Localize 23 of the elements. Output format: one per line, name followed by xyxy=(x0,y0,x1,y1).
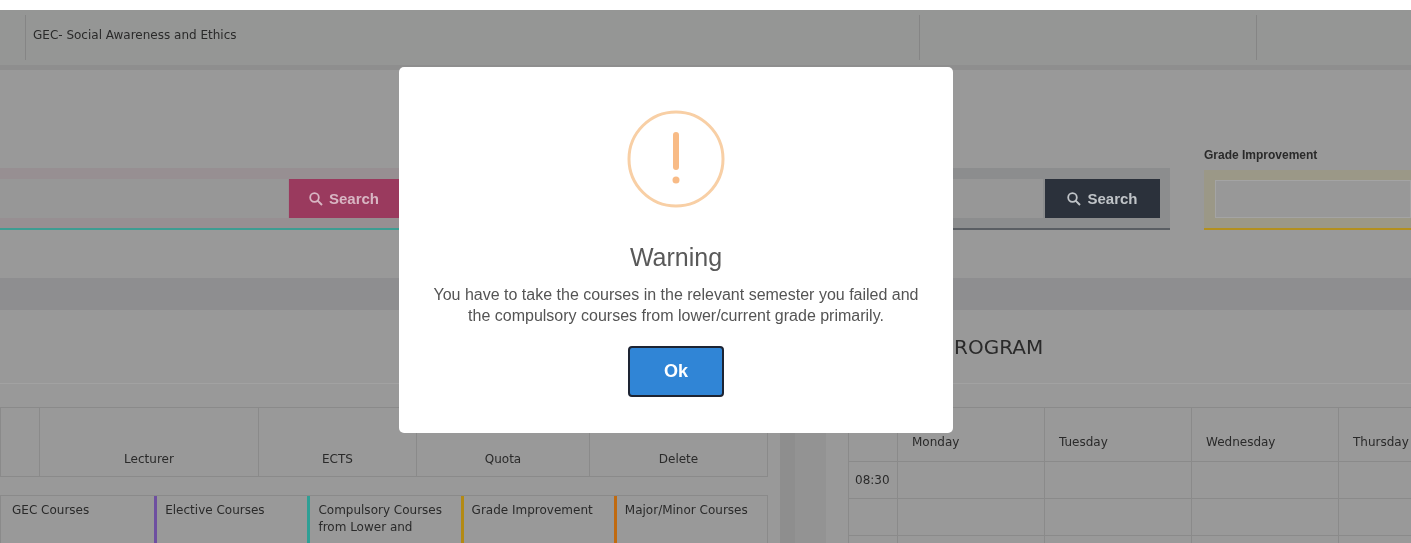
program-title: ROGRAM xyxy=(954,334,1044,359)
legend-item: Elective Courses xyxy=(154,496,308,543)
time-cell: 08:30 xyxy=(849,462,898,498)
grade-improvement-field[interactable] xyxy=(1204,170,1411,230)
dialog-message: You have to take the courses in the relevant semester you failed and the compulsory courses from lower/current grade primarily. xyxy=(432,285,920,326)
legend-item: GEC Courses xyxy=(11,502,91,519)
legend-item: Compulsory Courses from Lower and xyxy=(307,496,461,543)
course-name: GEC- Social Awareness and Ethics xyxy=(33,28,237,42)
legend-item: Major/Minor Courses xyxy=(613,496,767,543)
ok-button[interactable]: Ok xyxy=(628,346,724,397)
search-button[interactable]: Search xyxy=(289,179,399,218)
column-header: Lecturer xyxy=(39,408,258,476)
day-header: Thursday xyxy=(1339,408,1411,461)
day-header: Wednesday xyxy=(1192,408,1339,461)
search-field[interactable] xyxy=(0,179,288,218)
field-label: Grade Improvement xyxy=(1204,148,1319,162)
warning-icon xyxy=(627,110,725,208)
search-icon xyxy=(308,191,323,206)
search-icon xyxy=(1067,191,1082,206)
dialog-title: Warning xyxy=(629,243,723,272)
day-header: Tuesday xyxy=(1045,408,1192,461)
search-button[interactable]: Search xyxy=(1045,179,1160,218)
legend-item: Grade Improvement xyxy=(460,496,614,543)
